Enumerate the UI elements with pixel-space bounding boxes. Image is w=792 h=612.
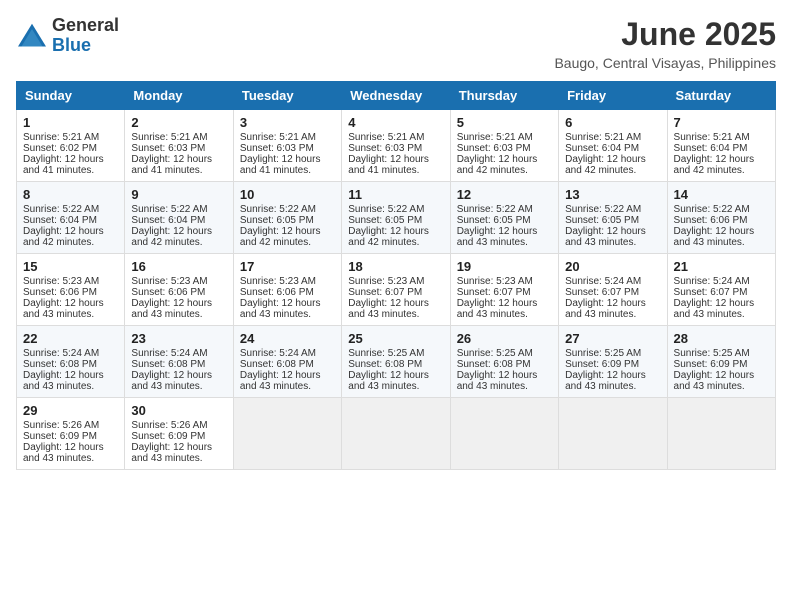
- calendar-day-11: 11Sunrise: 5:22 AMSunset: 6:05 PMDayligh…: [342, 182, 450, 254]
- header-sunday: Sunday: [17, 82, 125, 110]
- calendar-day-7: 7Sunrise: 5:21 AMSunset: 6:04 PMDaylight…: [667, 110, 775, 182]
- calendar-empty-4-4: [450, 398, 558, 470]
- calendar-day-21: 21Sunrise: 5:24 AMSunset: 6:07 PMDayligh…: [667, 254, 775, 326]
- calendar-week-2: 8Sunrise: 5:22 AMSunset: 6:04 PMDaylight…: [17, 182, 776, 254]
- calendar-body: 1Sunrise: 5:21 AMSunset: 6:02 PMDaylight…: [17, 110, 776, 470]
- title-area: June 2025 Baugo, Central Visayas, Philip…: [554, 16, 776, 71]
- calendar-day-2: 2Sunrise: 5:21 AMSunset: 6:03 PMDaylight…: [125, 110, 233, 182]
- logo-general-text: General: [52, 16, 119, 36]
- calendar-day-12: 12Sunrise: 5:22 AMSunset: 6:05 PMDayligh…: [450, 182, 558, 254]
- calendar-week-1: 1Sunrise: 5:21 AMSunset: 6:02 PMDaylight…: [17, 110, 776, 182]
- logo-icon: [16, 22, 48, 50]
- calendar-day-10: 10Sunrise: 5:22 AMSunset: 6:05 PMDayligh…: [233, 182, 341, 254]
- calendar-day-24: 24Sunrise: 5:24 AMSunset: 6:08 PMDayligh…: [233, 326, 341, 398]
- calendar-day-16: 16Sunrise: 5:23 AMSunset: 6:06 PMDayligh…: [125, 254, 233, 326]
- logo-text: General Blue: [52, 16, 119, 56]
- calendar-empty-4-3: [342, 398, 450, 470]
- calendar-day-1: 1Sunrise: 5:21 AMSunset: 6:02 PMDaylight…: [17, 110, 125, 182]
- header-friday: Friday: [559, 82, 667, 110]
- header-monday: Monday: [125, 82, 233, 110]
- calendar-table: Sunday Monday Tuesday Wednesday Thursday…: [16, 81, 776, 470]
- header-row: Sunday Monday Tuesday Wednesday Thursday…: [17, 82, 776, 110]
- calendar-week-3: 15Sunrise: 5:23 AMSunset: 6:06 PMDayligh…: [17, 254, 776, 326]
- logo-blue-text: Blue: [52, 36, 119, 56]
- calendar-empty-4-6: [667, 398, 775, 470]
- header-thursday: Thursday: [450, 82, 558, 110]
- header-saturday: Saturday: [667, 82, 775, 110]
- calendar-day-19: 19Sunrise: 5:23 AMSunset: 6:07 PMDayligh…: [450, 254, 558, 326]
- page-header: General Blue June 2025 Baugo, Central Vi…: [16, 16, 776, 71]
- calendar-day-22: 22Sunrise: 5:24 AMSunset: 6:08 PMDayligh…: [17, 326, 125, 398]
- calendar-week-4: 22Sunrise: 5:24 AMSunset: 6:08 PMDayligh…: [17, 326, 776, 398]
- calendar-day-26: 26Sunrise: 5:25 AMSunset: 6:08 PMDayligh…: [450, 326, 558, 398]
- calendar-day-29: 29Sunrise: 5:26 AMSunset: 6:09 PMDayligh…: [17, 398, 125, 470]
- calendar-day-15: 15Sunrise: 5:23 AMSunset: 6:06 PMDayligh…: [17, 254, 125, 326]
- calendar-week-5: 29Sunrise: 5:26 AMSunset: 6:09 PMDayligh…: [17, 398, 776, 470]
- calendar-day-18: 18Sunrise: 5:23 AMSunset: 6:07 PMDayligh…: [342, 254, 450, 326]
- calendar-empty-4-2: [233, 398, 341, 470]
- calendar-day-23: 23Sunrise: 5:24 AMSunset: 6:08 PMDayligh…: [125, 326, 233, 398]
- month-title: June 2025: [554, 16, 776, 53]
- calendar-day-4: 4Sunrise: 5:21 AMSunset: 6:03 PMDaylight…: [342, 110, 450, 182]
- logo: General Blue: [16, 16, 119, 56]
- header-tuesday: Tuesday: [233, 82, 341, 110]
- calendar-empty-4-5: [559, 398, 667, 470]
- calendar-day-9: 9Sunrise: 5:22 AMSunset: 6:04 PMDaylight…: [125, 182, 233, 254]
- calendar-day-27: 27Sunrise: 5:25 AMSunset: 6:09 PMDayligh…: [559, 326, 667, 398]
- calendar-day-25: 25Sunrise: 5:25 AMSunset: 6:08 PMDayligh…: [342, 326, 450, 398]
- calendar-day-17: 17Sunrise: 5:23 AMSunset: 6:06 PMDayligh…: [233, 254, 341, 326]
- location-title: Baugo, Central Visayas, Philippines: [554, 55, 776, 71]
- header-wednesday: Wednesday: [342, 82, 450, 110]
- calendar-day-20: 20Sunrise: 5:24 AMSunset: 6:07 PMDayligh…: [559, 254, 667, 326]
- calendar-day-30: 30Sunrise: 5:26 AMSunset: 6:09 PMDayligh…: [125, 398, 233, 470]
- calendar-day-13: 13Sunrise: 5:22 AMSunset: 6:05 PMDayligh…: [559, 182, 667, 254]
- calendar-day-28: 28Sunrise: 5:25 AMSunset: 6:09 PMDayligh…: [667, 326, 775, 398]
- calendar-day-5: 5Sunrise: 5:21 AMSunset: 6:03 PMDaylight…: [450, 110, 558, 182]
- calendar-day-3: 3Sunrise: 5:21 AMSunset: 6:03 PMDaylight…: [233, 110, 341, 182]
- calendar-day-6: 6Sunrise: 5:21 AMSunset: 6:04 PMDaylight…: [559, 110, 667, 182]
- calendar-day-14: 14Sunrise: 5:22 AMSunset: 6:06 PMDayligh…: [667, 182, 775, 254]
- calendar-day-8: 8Sunrise: 5:22 AMSunset: 6:04 PMDaylight…: [17, 182, 125, 254]
